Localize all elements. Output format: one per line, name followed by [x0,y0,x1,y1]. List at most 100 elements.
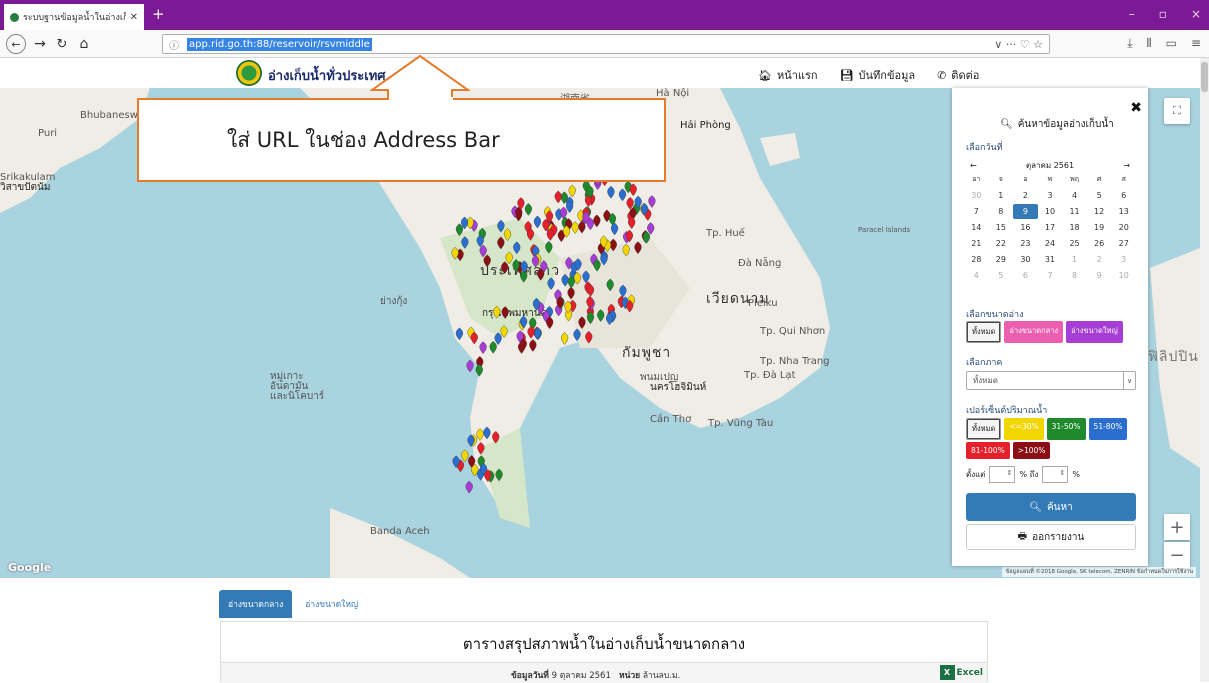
calendar-day[interactable]: 7 [1038,268,1063,283]
range-max-input[interactable] [1042,466,1069,483]
calendar-day-selected[interactable]: 9 [1013,204,1038,219]
reservoir-pin-icon[interactable] [545,241,553,254]
reservoir-pin-icon[interactable] [561,273,569,287]
calendar-day[interactable]: 4 [964,268,989,283]
reservoir-pin-icon[interactable] [573,328,581,342]
calendar-day[interactable]: 5 [989,268,1014,283]
reservoir-pin-icon[interactable] [497,236,505,250]
tab-medium[interactable]: อ่างขนาดกลาง [219,590,293,618]
reservoir-pin-icon[interactable] [483,426,491,440]
calendar-day[interactable]: 25 [1062,236,1087,251]
calendar-day[interactable]: 3 [1038,188,1063,203]
calendar-day[interactable]: 8 [989,204,1014,219]
calendar-day[interactable]: 6 [1111,188,1136,203]
reservoir-pin-icon[interactable] [505,251,513,265]
calendar-day[interactable]: 13 [1111,204,1136,219]
reservoir-pin-icon[interactable] [513,241,521,255]
prev-month-icon[interactable]: ← [970,161,977,170]
reservoir-pin-icon[interactable] [554,190,562,204]
reservoir-pin-icon[interactable] [477,442,485,455]
reservoir-pin-icon[interactable] [571,221,579,234]
reservoir-pin-icon[interactable] [479,341,487,355]
calendar-day[interactable]: 16 [1013,220,1038,235]
close-tab-icon[interactable]: ✕ [130,12,138,23]
reservoir-pin-icon[interactable] [501,306,509,319]
reservoir-pin-icon[interactable] [494,332,502,345]
calendar-day[interactable]: 17 [1038,220,1063,235]
reservoir-pin-icon[interactable] [479,244,487,258]
region-select[interactable]: ทั้งหมด ∨ [966,371,1136,390]
new-tab-icon[interactable]: + [152,5,165,23]
size-filter-button[interactable]: ทั้งหมด [966,321,1002,343]
tab-large[interactable]: อ่างขนาดใหญ่ [296,590,367,618]
zoom-in-icon[interactable]: + [1164,514,1190,540]
calendar-day[interactable]: 5 [1087,188,1112,203]
reservoir-pin-icon[interactable] [489,341,497,354]
browser-tab[interactable]: ระบบฐานข้อมูลน้ำในอ่างเก็บน้ำ ภ ✕ [4,4,144,30]
map-attribution[interactable]: ข้อมูลแผนที่ ©2018 Google, SK telecom, Z… [1002,567,1196,577]
size-filter-button[interactable]: อ่างขนาดใหญ่ [1066,321,1123,343]
calendar-day[interactable]: 22 [989,236,1014,251]
fullscreen-icon[interactable]: ⛶ [1164,98,1190,124]
percent-filter-button[interactable]: 51-80% [1088,418,1128,440]
reservoir-pin-icon[interactable] [567,286,575,300]
reservoir-pin-icon[interactable] [582,270,590,284]
reservoir-pin-icon[interactable] [647,222,655,235]
reload-icon[interactable]: ↻ [52,34,72,54]
reservoir-pin-icon[interactable] [607,185,615,199]
reservoir-pin-icon[interactable] [529,339,537,352]
percent-filter-button[interactable]: 31-50% [1046,418,1086,440]
reservoir-pin-icon[interactable] [455,223,464,237]
calendar-day[interactable]: 30 [1013,252,1038,267]
calendar-day[interactable]: 1 [1062,252,1087,267]
address-bar[interactable]: ⓘ app.rid.go.th:88/reservoir/rsvmiddle ∨… [162,34,1050,54]
calendar-day[interactable]: 11 [1062,204,1087,219]
reservoir-pin-icon[interactable] [597,309,605,322]
percent-filter-button[interactable]: ทั้งหมด [966,418,1002,440]
info-icon[interactable]: ⓘ [169,37,179,52]
close-window-icon[interactable]: × [1191,7,1201,21]
reservoir-pin-icon[interactable] [593,214,601,228]
excel-button[interactable]: X Excel [939,665,983,680]
calendar-day[interactable]: 2 [1013,188,1038,203]
library-icon[interactable]: ⫴ [1147,36,1152,51]
report-button[interactable]: 🖶 ออกรายงาน [966,524,1136,550]
percent-filter-button[interactable]: <=30% [1004,418,1044,440]
percent-filter-button[interactable]: 81-100% [966,442,1010,459]
reservoir-pin-icon[interactable] [455,327,463,341]
rid-logo[interactable] [236,60,262,86]
reservoir-pin-icon[interactable] [568,184,576,198]
home-icon[interactable]: ⌂ [74,34,94,54]
calendar-day[interactable]: 24 [1038,236,1063,251]
next-month-icon[interactable]: → [1123,161,1130,170]
reservoir-pin-icon[interactable] [622,243,630,257]
search-button[interactable]: 🔍︎ ค้นหา [966,493,1136,521]
reservoir-pin-icon[interactable] [497,219,505,233]
reservoir-pin-icon[interactable] [461,449,469,463]
reservoir-pin-icon[interactable] [465,480,473,494]
calendar-day[interactable]: 26 [1087,236,1112,251]
scroll-thumb[interactable] [1201,62,1208,92]
reservoir-pin-icon[interactable] [495,468,503,482]
reservoir-pin-icon[interactable] [648,195,656,208]
calendar-day[interactable]: 1 [989,188,1014,203]
sidebar-icon[interactable]: ▭ [1166,36,1177,51]
reservoir-pin-icon[interactable] [524,203,532,216]
calendar-day[interactable]: 7 [964,204,989,219]
reservoir-pin-icon[interactable] [483,254,491,268]
calendar-day[interactable]: 30 [964,188,989,203]
reservoir-pin-icon[interactable] [466,359,474,373]
calendar-day[interactable]: 31 [1038,252,1063,267]
menu-icon[interactable]: ≡ [1191,36,1201,51]
calendar-day[interactable]: 10 [1038,204,1063,219]
calendar-day[interactable]: 4 [1062,188,1087,203]
reservoir-pin-icon[interactable] [461,236,469,249]
site-title[interactable]: อ่างเก็บน้ำทั่วประเทศ [268,65,386,86]
reservoir-pin-icon[interactable] [619,284,627,298]
reservoir-pin-icon[interactable] [618,188,627,202]
calendar-day[interactable]: 27 [1111,236,1136,251]
calendar-day[interactable]: 28 [964,252,989,267]
reservoir-pin-icon[interactable] [500,325,508,338]
calendar-day[interactable]: 8 [1062,268,1087,283]
calendar-day[interactable]: 6 [1013,268,1038,283]
